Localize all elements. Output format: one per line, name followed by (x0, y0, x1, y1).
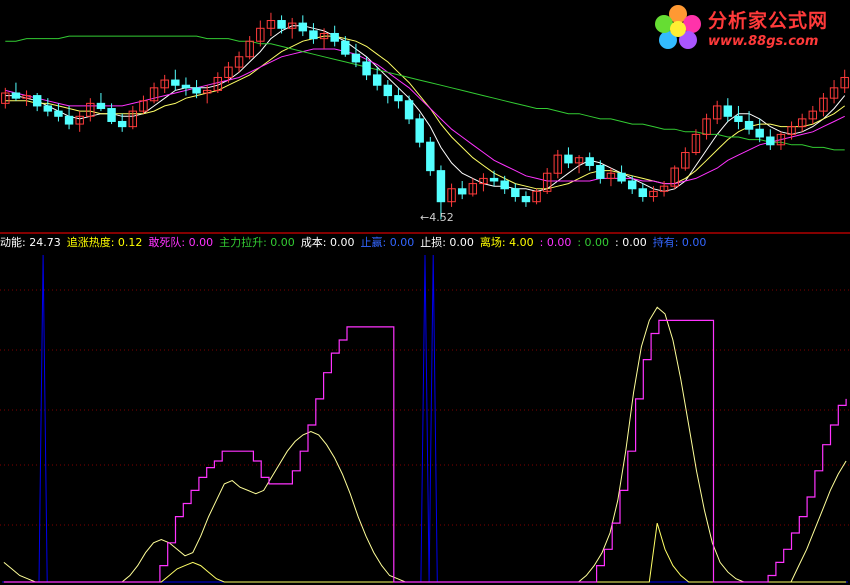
candle-body[interactable] (96, 102, 106, 110)
candle-body[interactable] (500, 180, 509, 190)
legend-item: 追涨热度: 0.12 (66, 236, 143, 249)
low-price-annotation: ←4.52 (420, 211, 454, 224)
logo-name: 分析家公式网 (708, 10, 829, 32)
stock-chart[interactable] (0, 0, 850, 585)
flower-logo-icon (655, 5, 701, 49)
candle-body[interactable] (426, 141, 435, 172)
legend-item: 动能: 24.73 (0, 236, 61, 249)
candle-body[interactable] (192, 87, 201, 94)
candle-body[interactable] (521, 196, 531, 203)
candle-body[interactable] (511, 188, 520, 198)
candle-body[interactable] (54, 110, 63, 117)
indicator-panel[interactable] (2, 254, 848, 583)
candle-body[interactable] (181, 84, 191, 89)
legend-item: 敢死队: 0.00 (148, 236, 214, 249)
low-price-value: 4.52 (429, 211, 454, 224)
candle-body[interactable] (744, 120, 754, 130)
candle-body[interactable] (330, 32, 339, 42)
candle-body[interactable] (11, 92, 21, 99)
candle-body[interactable] (43, 105, 53, 112)
candle-body[interactable] (723, 105, 733, 117)
candle-body[interactable] (617, 172, 626, 182)
indicator-line (2, 254, 848, 583)
moving-average-line (5, 35, 845, 190)
step-indicator-line (3, 319, 847, 583)
legend-item: 止赢: 0.00 (360, 236, 415, 249)
grid-lines (0, 289, 850, 526)
legend-item: : 0.00 (539, 236, 572, 249)
candle-body[interactable] (415, 118, 424, 143)
logo-url: www.88gs.com (708, 34, 819, 49)
low-arrow-icon: ← (420, 211, 430, 224)
candle-body[interactable] (436, 170, 446, 203)
candle-body[interactable] (64, 115, 74, 125)
indicator-line (3, 522, 847, 583)
candle-body[interactable] (734, 115, 743, 122)
candle-body[interactable] (596, 164, 605, 179)
site-logo: 分析家公式网 www.88gs.com (650, 0, 850, 55)
candle-body[interactable] (107, 108, 116, 122)
candle-body[interactable] (585, 157, 594, 166)
legend-item: 成本: 0.00 (300, 236, 355, 249)
candle-body[interactable] (32, 95, 42, 107)
candle-body[interactable] (351, 53, 361, 63)
candle-body[interactable] (766, 136, 775, 146)
candle-body[interactable] (564, 154, 573, 164)
candle-body[interactable] (171, 79, 180, 86)
candle-body[interactable] (755, 128, 764, 138)
legend-item: : 0.00 (577, 236, 610, 249)
candle-body[interactable] (298, 22, 308, 32)
candle-body[interactable] (117, 120, 127, 128)
candle-body[interactable] (627, 180, 637, 190)
legend-item: 主力拉升: 0.00 (219, 236, 295, 249)
candle-body[interactable] (404, 100, 414, 120)
indicator-line (3, 306, 847, 583)
candle-body[interactable] (372, 74, 382, 86)
candle-body[interactable] (362, 61, 371, 76)
legend-item: 离场: 4.00 (479, 236, 534, 249)
candle-body[interactable] (309, 30, 318, 40)
candle-body[interactable] (489, 177, 499, 182)
candle-body[interactable] (394, 95, 403, 102)
candle-body[interactable] (457, 188, 467, 195)
candle-body[interactable] (341, 40, 350, 55)
legend-item: 止损: 0.00 (420, 236, 474, 249)
legend-item: 持有: 0.00 (652, 236, 707, 249)
candle-body[interactable] (277, 20, 286, 29)
indicator-legend: 动能: 24.73 追涨热度: 0.12 敢死队: 0.00 主力拉升: 0.00 成本… (0, 235, 850, 251)
candle-body[interactable] (638, 188, 648, 198)
candle-body[interactable] (383, 84, 393, 97)
legend-item: : 0.00 (615, 236, 647, 249)
